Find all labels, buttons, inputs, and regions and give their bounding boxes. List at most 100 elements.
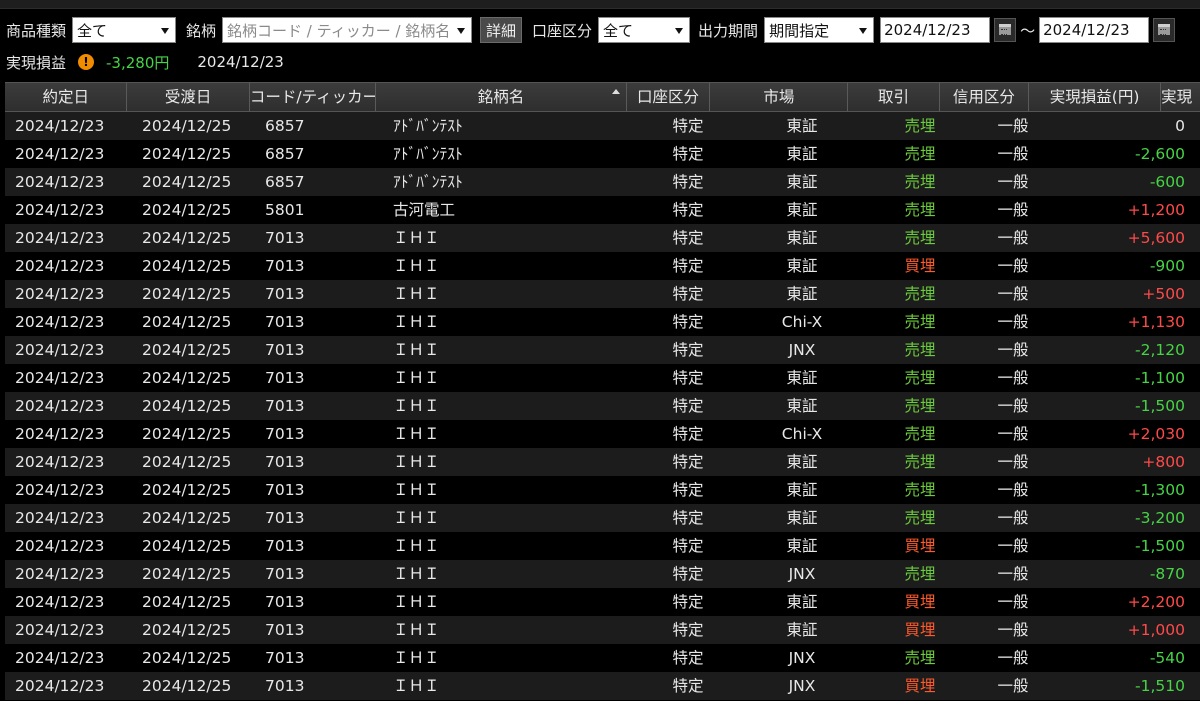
cell-trade-date: 2024/12/23 — [15, 117, 105, 135]
table-row[interactable]: 2024/12/23 2024/12/25 7013 ＩＨＩ 特定 東証 買埋 一般 -900 — [5, 252, 1200, 280]
account-select[interactable]: 全て — [598, 17, 691, 43]
table-row[interactable]: 2024/12/23 2024/12/25 7013 ＩＨＩ 特定 東証 買埋 一般 -1,50… — [5, 532, 1200, 560]
cell-account: 特定 — [672, 313, 704, 331]
table-row[interactable]: 2024/12/23 2024/12/25 5801 古河電工 特定 東証 売埋 一般 +1,2… — [5, 196, 1200, 224]
cell-realized-pl: +1,130 — [1127, 313, 1185, 331]
cell-trade: 売埋 — [904, 173, 936, 191]
cell-realized-pl: +2,200 — [1127, 593, 1185, 611]
product-type-select[interactable]: 全て — [72, 17, 177, 43]
cell-margin-type: 一般 — [997, 481, 1029, 499]
cell-account: 特定 — [672, 229, 704, 247]
table-row[interactable]: 2024/12/23 2024/12/25 7013 ＩＨＩ 特定 JNX 売埋 一般 -540 — [5, 644, 1200, 672]
realized-pl-total: -3,280円 — [106, 53, 170, 72]
table-row[interactable]: 2024/12/23 2024/12/25 7013 ＩＨＩ 特定 JNX 売埋 一般 -870 — [5, 560, 1200, 588]
cell-trade-date: 2024/12/23 — [15, 621, 105, 639]
cell-name: ＩＨＩ — [393, 285, 440, 303]
cell-settle-date: 2024/12/25 — [142, 425, 232, 443]
cell-margin-type: 一般 — [997, 425, 1029, 443]
cell-market: JNX — [788, 341, 816, 359]
cell-margin-type: 一般 — [997, 565, 1029, 583]
cell-code: 7013 — [265, 621, 305, 639]
cell-name: ＩＨＩ — [393, 453, 440, 471]
cell-market: 東証 — [786, 285, 818, 303]
header-settle-date[interactable]: 受渡日 — [127, 83, 250, 111]
cell-trade-date: 2024/12/23 — [15, 677, 105, 695]
cell-trade: 売埋 — [904, 481, 936, 499]
date-to-field[interactable]: 2024/12/23 — [1039, 17, 1150, 43]
cell-margin-type: 一般 — [997, 369, 1029, 387]
header-margin-type[interactable]: 信用区分 — [940, 83, 1030, 111]
cell-market: 東証 — [786, 369, 818, 387]
calendar-icon[interactable] — [994, 18, 1017, 42]
table-row[interactable]: 2024/12/23 2024/12/25 7013 ＩＨＩ 特定 Chi-X 売埋 一般 +1… — [5, 308, 1200, 336]
table-row[interactable]: 2024/12/23 2024/12/25 7013 ＩＨＩ 特定 東証 買埋 一般 +1,00… — [5, 616, 1200, 644]
cell-code: 7013 — [265, 453, 305, 471]
cell-margin-type: 一般 — [997, 677, 1029, 695]
symbol-input[interactable]: 銘柄コード / ティッカー / 銘柄名 — [222, 17, 473, 43]
header-name[interactable]: 銘柄名 — [376, 83, 627, 111]
cell-trade: 売埋 — [904, 145, 936, 163]
cell-market: JNX — [788, 649, 816, 667]
cell-code: 6857 — [265, 117, 305, 135]
table-row[interactable]: 2024/12/23 2024/12/25 7013 ＩＨＩ 特定 東証 売埋 一般 -1,50… — [5, 392, 1200, 420]
header-account[interactable]: 口座区分 — [627, 83, 711, 111]
table-row[interactable]: 2024/12/23 2024/12/25 6857 ｱﾄﾞﾊﾞﾝﾃｽﾄ 特定 東証 売埋 一… — [5, 112, 1200, 140]
cell-code: 7013 — [265, 257, 305, 275]
cell-settle-date: 2024/12/25 — [142, 677, 232, 695]
cell-trade-date: 2024/12/23 — [15, 397, 105, 415]
cell-account: 特定 — [672, 285, 704, 303]
cell-realized-pl: -600 — [1149, 173, 1185, 191]
detail-button[interactable]: 詳細 — [480, 17, 523, 43]
cell-margin-type: 一般 — [997, 453, 1029, 471]
cell-settle-date: 2024/12/25 — [142, 565, 232, 583]
table-row[interactable]: 2024/12/23 2024/12/25 7013 ＩＨＩ 特定 JNX 買埋 一般 -1,5… — [5, 672, 1200, 700]
cell-code: 7013 — [265, 229, 305, 247]
header-market[interactable]: 市場 — [710, 83, 849, 111]
cell-market: 東証 — [786, 621, 818, 639]
cell-margin-type: 一般 — [997, 509, 1029, 527]
cell-realized-pl: 0 — [1175, 117, 1185, 135]
table-row[interactable]: 2024/12/23 2024/12/25 7013 ＩＨＩ 特定 Chi-X 売埋 一般 +2… — [5, 420, 1200, 448]
cell-code: 7013 — [265, 369, 305, 387]
cell-settle-date: 2024/12/25 — [142, 397, 232, 415]
cell-market: 東証 — [786, 229, 818, 247]
table-row[interactable]: 2024/12/23 2024/12/25 6857 ｱﾄﾞﾊﾞﾝﾃｽﾄ 特定 東証 売埋 一… — [5, 168, 1200, 196]
cell-name: ＩＨＩ — [393, 649, 440, 667]
cell-trade: 売埋 — [904, 369, 936, 387]
cell-name: ＩＨＩ — [393, 621, 440, 639]
table-row[interactable]: 2024/12/23 2024/12/25 7013 ＩＨＩ 特定 東証 売埋 一般 -1,30… — [5, 476, 1200, 504]
calendar-icon[interactable] — [1153, 18, 1176, 42]
warning-icon[interactable]: ! — [78, 54, 95, 70]
table-row[interactable]: 2024/12/23 2024/12/25 7013 ＩＨＩ 特定 東証 売埋 一般 -3,20… — [5, 504, 1200, 532]
table-row[interactable]: 2024/12/23 2024/12/25 7013 ＩＨＩ 特定 東証 売埋 一般 -1,10… — [5, 364, 1200, 392]
cell-market: 東証 — [786, 201, 818, 219]
cell-settle-date: 2024/12/25 — [142, 145, 232, 163]
cell-margin-type: 一般 — [997, 145, 1029, 163]
cell-name: ＩＨＩ — [393, 313, 440, 331]
cell-trade-date: 2024/12/23 — [15, 565, 105, 583]
cell-trade: 売埋 — [904, 229, 936, 247]
table-row[interactable]: 2024/12/23 2024/12/25 7013 ＩＨＩ 特定 東証 売埋 一般 +500 — [5, 280, 1200, 308]
cell-account: 特定 — [672, 537, 704, 555]
cell-code: 7013 — [265, 565, 305, 583]
header-trade[interactable]: 取引 — [848, 83, 940, 111]
table-row[interactable]: 2024/12/23 2024/12/25 7013 ＩＨＩ 特定 東証 買埋 一般 +2,20… — [5, 588, 1200, 616]
table-row[interactable]: 2024/12/23 2024/12/25 6857 ｱﾄﾞﾊﾞﾝﾃｽﾄ 特定 東証 売埋 一… — [5, 140, 1200, 168]
cell-realized-pl: -2,120 — [1135, 341, 1185, 359]
cell-trade-date: 2024/12/23 — [15, 285, 105, 303]
period-select[interactable]: 期間指定 — [764, 17, 875, 43]
header-realized-pl[interactable]: 実現損益(円) — [1029, 83, 1162, 111]
period-label: 出力期間 — [698, 21, 759, 40]
header-trade-date[interactable]: 約定日 — [5, 83, 128, 111]
summary-date: 2024/12/23 — [197, 53, 284, 71]
header-code[interactable]: コード/ティッカー — [250, 83, 377, 111]
table-header: 約定日 受渡日 コード/ティッカー 銘柄名 口座区分 市場 取引 信用区分 実現… — [5, 82, 1200, 112]
cell-trade: 売埋 — [904, 453, 936, 471]
cell-settle-date: 2024/12/25 — [142, 173, 232, 191]
date-from-field[interactable]: 2024/12/23 — [880, 17, 991, 43]
cell-trade: 買埋 — [904, 537, 936, 555]
table-row[interactable]: 2024/12/23 2024/12/25 7013 ＩＨＩ 特定 東証 売埋 一般 +5,60… — [5, 224, 1200, 252]
table-row[interactable]: 2024/12/23 2024/12/25 7013 ＩＨＩ 特定 JNX 売埋 一般 -2,1… — [5, 336, 1200, 364]
table-row[interactable]: 2024/12/23 2024/12/25 7013 ＩＨＩ 特定 東証 売埋 一般 +800 — [5, 448, 1200, 476]
header-realized-extra[interactable]: 実現 — [1161, 83, 1200, 111]
